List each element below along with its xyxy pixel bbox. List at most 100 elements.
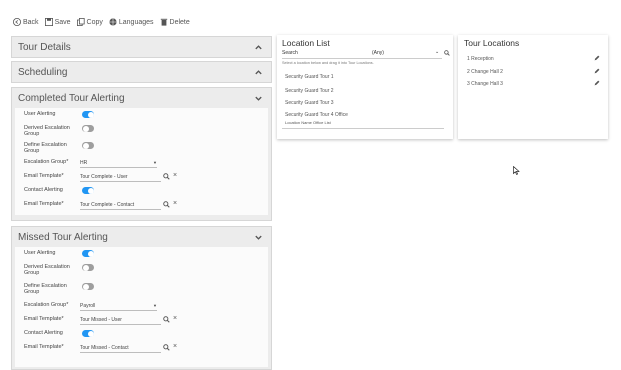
- completed-alerting-section: Completed Tour Alerting User Alerting De…: [11, 87, 272, 221]
- location-item[interactable]: Security Guard Tour 3: [285, 100, 334, 106]
- clear-icon[interactable]: ×: [173, 315, 177, 322]
- location-search-label: Search: [282, 50, 298, 56]
- derived-escalation-row: Derived Escalation Group: [15, 122, 268, 139]
- dropdown-arrow-icon: ▼: [153, 303, 157, 308]
- escalation-group-select[interactable]: HR ▼: [80, 159, 157, 168]
- location-item[interactable]: Security Guard Tour 1: [285, 74, 334, 80]
- escalation-group-label: Escalation Group*: [24, 302, 69, 308]
- location-item[interactable]: Security Guard Tour 2: [285, 88, 334, 94]
- mouse-cursor-icon: [513, 166, 520, 175]
- email-template-contact-field[interactable]: Tour Complete - Contact: [80, 201, 161, 210]
- tour-location-item[interactable]: 3 Change Hall 3: [467, 81, 503, 87]
- escalation-group-value: Payroll: [80, 303, 96, 309]
- location-list-hint: Select a location below and drag it into…: [282, 61, 374, 65]
- clear-icon[interactable]: ×: [173, 200, 177, 207]
- contact-alerting-row: Contact Alerting: [15, 327, 268, 341]
- save-button[interactable]: Save: [44, 18, 71, 26]
- languages-label: Languages: [118, 18, 154, 26]
- copy-icon: [76, 18, 85, 26]
- completed-alerting-title: Completed Tour Alerting: [18, 92, 125, 104]
- back-button[interactable]: Back: [13, 18, 39, 26]
- user-alerting-label: User Alerting: [24, 250, 56, 256]
- save-icon: [44, 18, 53, 26]
- chevron-down-icon[interactable]: ⌄: [435, 49, 439, 55]
- tour-details-header[interactable]: Tour Details: [12, 37, 271, 57]
- back-arrow-icon: [13, 18, 21, 26]
- location-list-divider: [282, 128, 444, 129]
- search-icon[interactable]: [163, 316, 170, 323]
- chevron-down-icon[interactable]: [254, 233, 263, 242]
- delete-button[interactable]: Delete: [160, 18, 190, 26]
- location-item[interactable]: Location Name Office List: [285, 120, 331, 125]
- email-template-label: Email Template*: [24, 173, 64, 179]
- scheduling-header[interactable]: Scheduling: [12, 62, 271, 82]
- define-escalation-row: Define Escalation Group: [15, 280, 268, 299]
- tour-locations-title: Tour Locations: [464, 38, 520, 48]
- save-label: Save: [54, 18, 71, 26]
- location-item[interactable]: Security Guard Tour 4 Office: [285, 112, 348, 118]
- clear-icon[interactable]: ×: [173, 172, 177, 179]
- missed-alerting-title: Missed Tour Alerting: [18, 231, 108, 243]
- user-alerting-toggle[interactable]: [82, 250, 94, 257]
- derived-escalation-row: Derived Escalation Group: [15, 261, 268, 280]
- email-template-contact-row: Email Template* Tour Complete - Contact …: [15, 198, 268, 212]
- chevron-up-icon[interactable]: [254, 43, 263, 52]
- derived-escalation-toggle[interactable]: [82, 264, 94, 271]
- search-icon[interactable]: [163, 201, 170, 208]
- missed-alerting-header[interactable]: Missed Tour Alerting: [12, 227, 271, 247]
- chevron-down-icon[interactable]: [254, 94, 263, 103]
- define-escalation-toggle[interactable]: [82, 142, 94, 149]
- escalation-group-row: Escalation Group* Payroll ▼: [15, 299, 268, 313]
- search-icon[interactable]: [163, 344, 170, 351]
- missed-alerting-section: Missed Tour Alerting User Alerting Deriv…: [11, 226, 272, 370]
- define-escalation-row: Define Escalation Group: [15, 139, 268, 156]
- copy-button[interactable]: Copy: [76, 18, 103, 26]
- search-icon[interactable]: [163, 173, 170, 180]
- pencil-icon[interactable]: [594, 55, 600, 61]
- tour-location-item[interactable]: 2 Change Hall 2: [467, 69, 503, 75]
- define-escalation-toggle[interactable]: [82, 283, 94, 290]
- search-icon[interactable]: [444, 50, 450, 56]
- contact-alerting-toggle[interactable]: [82, 330, 94, 337]
- languages-button[interactable]: Languages: [109, 18, 154, 26]
- contact-alerting-toggle[interactable]: [82, 187, 94, 194]
- pencil-icon[interactable]: [594, 80, 600, 86]
- completed-alerting-header[interactable]: Completed Tour Alerting: [12, 88, 271, 108]
- completed-alerting-body: User Alerting Derived Escalation Group D…: [15, 108, 268, 215]
- email-template-user-row: Email Template* Tour Missed - User ×: [15, 313, 268, 327]
- missed-alerting-body: User Alerting Derived Escalation Group D…: [15, 247, 268, 367]
- user-alerting-row: User Alerting: [15, 247, 268, 261]
- derived-escalation-label: Derived Escalation Group: [24, 125, 70, 137]
- derived-escalation-label: Derived Escalation Group: [24, 264, 70, 276]
- location-search-field[interactable]: Search (Any) ⌄: [282, 49, 442, 59]
- contact-alerting-label: Contact Alerting: [24, 330, 63, 336]
- escalation-group-value: HR: [80, 160, 88, 166]
- derived-escalation-toggle[interactable]: [82, 125, 94, 132]
- email-template-contact-field[interactable]: Tour Missed - Contact: [80, 344, 161, 353]
- escalation-group-select[interactable]: Payroll ▼: [80, 302, 157, 311]
- chevron-up-icon[interactable]: [254, 68, 263, 77]
- location-search-value: (Any): [372, 50, 384, 56]
- tour-details-title: Tour Details: [18, 41, 71, 53]
- globe-icon: [109, 18, 117, 26]
- toolbar: Back Save Copy Languages Delete: [13, 15, 196, 29]
- scheduling-title: Scheduling: [18, 66, 68, 78]
- dropdown-arrow-icon: ▼: [153, 160, 157, 165]
- user-alerting-toggle[interactable]: [82, 111, 94, 118]
- clear-icon[interactable]: ×: [173, 343, 177, 350]
- escalation-group-label: Escalation Group*: [24, 159, 69, 165]
- location-list-title: Location List: [282, 38, 330, 48]
- email-template-user-field[interactable]: Tour Complete - User: [80, 173, 161, 182]
- email-template-user-field[interactable]: Tour Missed - User: [80, 316, 161, 325]
- pencil-icon[interactable]: [594, 68, 600, 74]
- tour-locations-panel: Tour Locations 1 Reception 2 Change Hall…: [458, 35, 608, 139]
- email-template-label: Email Template*: [24, 201, 64, 207]
- back-label: Back: [23, 18, 39, 26]
- user-alerting-label: User Alerting: [24, 111, 56, 117]
- location-list-panel: Location List Search (Any) ⌄ Select a lo…: [277, 35, 453, 139]
- trash-icon: [160, 18, 167, 26]
- copy-label: Copy: [86, 18, 103, 26]
- tour-location-item[interactable]: 1 Reception: [467, 56, 494, 62]
- tour-details-section: Tour Details: [11, 36, 272, 58]
- escalation-group-row: Escalation Group* HR ▼: [15, 156, 268, 170]
